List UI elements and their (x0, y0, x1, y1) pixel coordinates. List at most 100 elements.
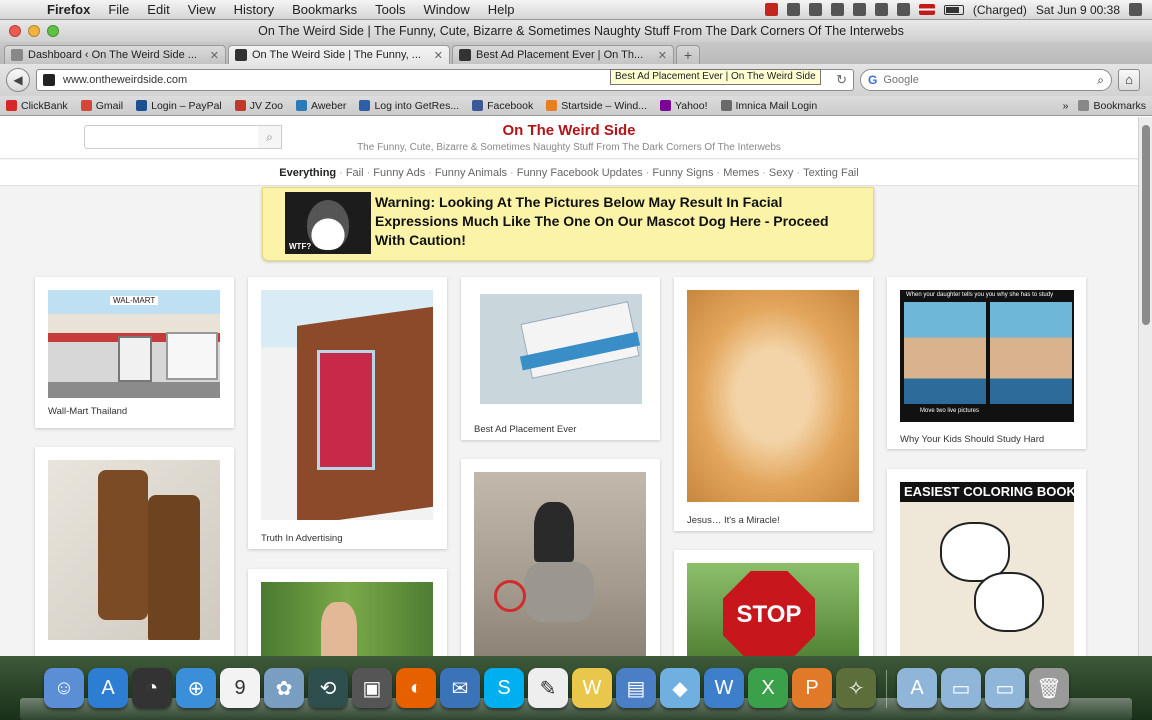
post-card[interactable]: Truth In Advertising (248, 277, 447, 549)
bookmarks-overflow-icon[interactable]: » (1063, 100, 1069, 112)
battery-status[interactable]: (Charged) (973, 3, 1027, 17)
post-image-walmart[interactable]: WAL-MART (48, 290, 220, 398)
new-tab-button[interactable]: + (676, 45, 700, 64)
search-bar[interactable]: G ⌕ (860, 69, 1112, 91)
ical-icon[interactable]: 9 (220, 668, 260, 708)
safari-icon[interactable]: ⊕ (176, 668, 216, 708)
post-card[interactable] (248, 569, 447, 656)
post-caption[interactable]: Best Ad Placement Ever (474, 424, 576, 435)
search-icon[interactable]: ⌕ (1097, 73, 1104, 88)
category-link[interactable]: Sexy (767, 167, 795, 179)
close-tab-icon[interactable]: ✕ (434, 49, 443, 62)
post-image-best-ad-placement[interactable] (480, 294, 642, 404)
volume-icon[interactable] (896, 3, 910, 16)
tab-best-ad-placement[interactable]: Best Ad Placement Ever | On Th... ✕ (452, 45, 674, 64)
bookmark-item[interactable]: Startside – Wind... (546, 100, 647, 112)
bookmarks-menu-button[interactable]: Bookmarks (1078, 100, 1146, 112)
category-link[interactable]: Texting Fail (801, 167, 861, 179)
spotlight-icon[interactable] (1129, 3, 1142, 16)
menu-bookmarks[interactable]: Bookmarks (283, 2, 366, 17)
category-link[interactable]: Funny Signs (650, 167, 715, 179)
minimize-window-button[interactable] (28, 25, 40, 37)
wifi-icon[interactable] (874, 3, 888, 16)
downloads-folder-icon[interactable]: ▭ (985, 668, 1025, 708)
post-card[interactable]: EASIEST COLORING BOOK (887, 469, 1086, 656)
bluetooth-icon[interactable] (852, 3, 866, 16)
post-card[interactable]: STOP (674, 550, 873, 656)
site-title[interactable]: On The Weird Side (0, 122, 1138, 139)
category-link[interactable]: Everything (277, 167, 338, 179)
textedit-icon[interactable]: ✎ (528, 668, 568, 708)
finder-icon[interactable]: ☺ (44, 668, 84, 708)
clock[interactable]: Sat Jun 9 00:38 (1036, 3, 1120, 17)
tab-dashboard[interactable]: Dashboard ‹ On The Weird Side ... ✕ (4, 45, 226, 64)
category-link[interactable]: Funny Facebook Updates (515, 167, 645, 179)
script-editor-icon[interactable]: ✧ (836, 668, 876, 708)
menu-help[interactable]: Help (479, 2, 524, 17)
post-image-jesus-miracle[interactable] (687, 290, 859, 502)
menu-tools[interactable]: Tools (366, 2, 414, 17)
tab-on-the-weird-side[interactable]: On The Weird Side | The Funny, ... ✕ (228, 45, 450, 64)
close-window-button[interactable] (9, 25, 21, 37)
post-card[interactable]: When your daughter tells you you why she… (887, 277, 1086, 449)
reload-icon[interactable]: ↻ (836, 72, 847, 88)
menu-view[interactable]: View (179, 2, 225, 17)
menu-window[interactable]: Window (415, 2, 479, 17)
post-image-boots[interactable] (48, 460, 220, 640)
back-button[interactable]: ◀ (6, 68, 30, 92)
category-link[interactable]: Funny Animals (433, 167, 509, 179)
word-icon[interactable]: W (704, 668, 744, 708)
bookmark-item[interactable]: ClickBank (6, 100, 68, 112)
post-image-forest[interactable] (261, 582, 433, 656)
post-card[interactable] (461, 459, 660, 656)
post-card[interactable]: WAL-MART Wall-Mart Thailand (35, 277, 234, 428)
bookmark-item[interactable]: Imnica Mail Login (720, 100, 817, 112)
post-image-truth-in-advertising[interactable] (261, 290, 433, 520)
google-icon[interactable]: G (868, 73, 877, 87)
menu-app-firefox[interactable]: Firefox (38, 2, 99, 17)
sync-icon[interactable] (808, 3, 822, 16)
screen-icon[interactable] (830, 3, 844, 16)
menu-file[interactable]: File (99, 2, 138, 17)
record-icon[interactable] (764, 3, 778, 16)
bookmark-item[interactable]: Yahoo! (660, 100, 708, 112)
firefox-icon[interactable]: ◐ (396, 668, 436, 708)
battery-icon[interactable] (943, 4, 964, 15)
post-card[interactable]: Jesus… It's a Miracle! (674, 277, 873, 531)
close-tab-icon[interactable]: ✕ (210, 49, 219, 62)
bookmark-item[interactable]: Aweber (296, 100, 346, 112)
post-caption[interactable]: Why Your Kids Should Study Hard (900, 434, 1044, 445)
bookmark-item[interactable]: Gmail (80, 100, 123, 112)
bookmark-item[interactable]: Log into GetRes... (359, 100, 459, 112)
iphoto-icon[interactable]: ✿ (264, 668, 304, 708)
scrollbar-thumb[interactable] (1142, 125, 1150, 325)
post-caption[interactable]: Jesus… It's a Miracle! (687, 515, 780, 526)
category-link[interactable]: Fail (344, 167, 366, 179)
category-link[interactable]: Memes (721, 167, 761, 179)
app-store-icon[interactable]: A (88, 668, 128, 708)
thunderbird-icon[interactable]: ✉ (440, 668, 480, 708)
post-image-coloring-book[interactable]: EASIEST COLORING BOOK (900, 482, 1074, 656)
time-machine-icon[interactable]: ⟲ (308, 668, 348, 708)
post-image-stop-sign[interactable]: STOP (687, 563, 859, 656)
skype-icon[interactable]: S (484, 668, 524, 708)
excel-icon[interactable]: X (748, 668, 788, 708)
zoom-window-button[interactable] (47, 25, 59, 37)
bookmark-item[interactable]: Facebook (472, 100, 533, 112)
bluestack-icon[interactable]: ◆ (660, 668, 700, 708)
dashboard-icon[interactable]: ◔ (132, 668, 172, 708)
search-input[interactable] (883, 74, 1092, 86)
page-scrollbar[interactable] (1138, 117, 1152, 656)
trash-icon[interactable]: 🗑 (1029, 668, 1069, 708)
post-card[interactable] (35, 447, 234, 656)
wordpress-icon[interactable]: W (572, 668, 612, 708)
applications-folder-icon[interactable]: A (897, 668, 937, 708)
bookmark-item[interactable]: JV Zoo (234, 100, 283, 112)
documents-folder-icon[interactable]: ▭ (941, 668, 981, 708)
menu-edit[interactable]: Edit (138, 2, 178, 17)
menu-history[interactable]: History (225, 2, 283, 17)
post-image-kids-study[interactable]: When your daughter tells you you why she… (900, 290, 1074, 422)
home-button[interactable]: ⌂ (1118, 69, 1140, 91)
post-card[interactable]: Best Ad Placement Ever (461, 277, 660, 440)
powerpoint-icon[interactable]: P (792, 668, 832, 708)
